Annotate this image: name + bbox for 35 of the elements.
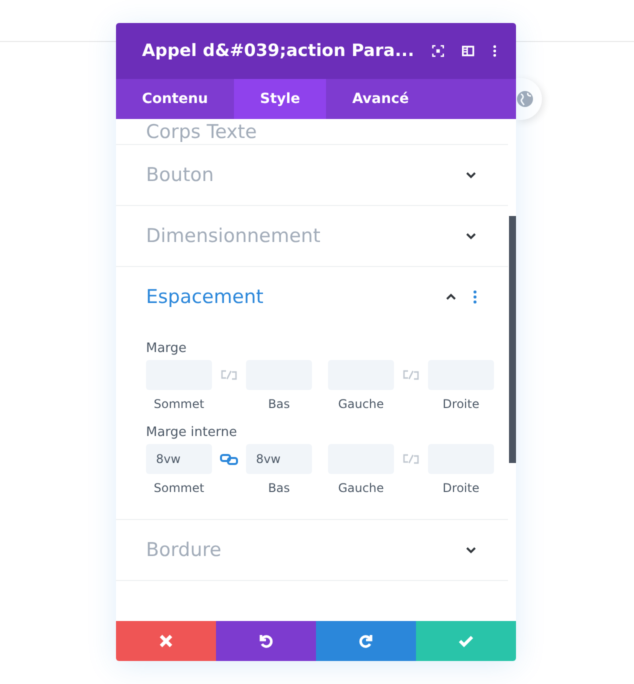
sidebar-layout-icon[interactable] bbox=[462, 44, 475, 58]
redo-button[interactable] bbox=[316, 621, 416, 661]
input-field[interactable]: 8vw bbox=[246, 444, 312, 474]
field-label: Gauche bbox=[338, 397, 384, 411]
link-icon[interactable] bbox=[402, 369, 420, 381]
field-label: Sommet bbox=[154, 397, 204, 411]
group-label: Marge interne bbox=[146, 425, 237, 440]
field-label: Gauche bbox=[338, 481, 384, 495]
link-icon[interactable] bbox=[220, 453, 238, 465]
panel-title: Appel d&#039;action Para... bbox=[142, 41, 414, 61]
field-label: Bas bbox=[268, 481, 290, 495]
field-label: Sommet bbox=[154, 481, 204, 495]
undo-button[interactable] bbox=[216, 621, 316, 661]
globe-button[interactable] bbox=[516, 78, 542, 120]
close-icon bbox=[158, 633, 174, 649]
link-icon[interactable] bbox=[220, 369, 238, 381]
save-icon bbox=[458, 633, 474, 649]
section-title[interactable]: Espacement bbox=[146, 285, 444, 309]
focus-icon[interactable] bbox=[432, 44, 444, 58]
field-label: Bas bbox=[268, 397, 290, 411]
tab[interactable]: Avancé bbox=[326, 79, 435, 119]
more-options-icon[interactable] bbox=[472, 290, 478, 304]
tab[interactable]: Contenu bbox=[116, 79, 234, 119]
field-label: Droite bbox=[442, 481, 480, 495]
input-field[interactable]: 8vw bbox=[146, 444, 212, 474]
field-label: Droite bbox=[442, 397, 480, 411]
link-icon[interactable] bbox=[402, 453, 420, 465]
close-button[interactable] bbox=[116, 621, 216, 661]
scrollbar[interactable] bbox=[509, 216, 516, 463]
tab[interactable]: Style bbox=[234, 79, 326, 119]
more-options-icon[interactable] bbox=[492, 44, 496, 58]
group-label: Marge bbox=[146, 341, 187, 356]
redo-icon bbox=[358, 633, 374, 649]
globe-icon bbox=[516, 90, 534, 108]
undo-icon bbox=[258, 633, 274, 649]
